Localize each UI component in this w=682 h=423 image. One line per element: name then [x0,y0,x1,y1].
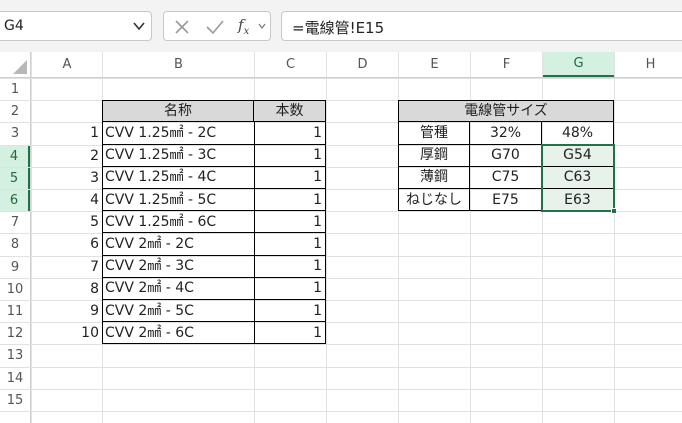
conduit-cell[interactable]: G54 [542,144,614,167]
conduit-cell[interactable]: E63 [542,189,614,212]
column-header-e[interactable]: E [399,52,470,77]
conduit-cell[interactable]: 厚鋼 [398,144,470,167]
gridline-horizontal [0,411,682,412]
row-header-7[interactable]: 7 [0,212,30,234]
insert-function-icon[interactable]: fx [238,16,249,37]
formula-controls: fx [163,11,271,41]
row-header-9[interactable]: 9 [0,256,30,278]
cable-count[interactable]: 1 [254,233,326,256]
row-header-4[interactable]: 4 [0,145,30,167]
cancel-icon[interactable] [174,19,190,35]
column-header-h[interactable]: H [615,52,682,77]
column-header-f[interactable]: F [471,52,542,77]
row-number[interactable]: 9 [31,300,102,322]
row-header-11[interactable]: 11 [0,301,30,323]
fill-handle[interactable] [611,208,617,215]
gridline-horizontal [0,344,682,346]
conduit-cell[interactable]: 32% [470,122,542,145]
chevron-down-icon[interactable] [133,21,145,31]
table-header-count: 本数 [254,100,326,123]
cable-count[interactable]: 1 [254,144,326,167]
cable-count[interactable]: 1 [254,322,326,345]
conduit-table-title: 電線管サイズ [398,100,614,123]
row-number[interactable]: 5 [31,211,102,233]
row-header-5[interactable]: 5 [0,167,30,189]
gridline-horizontal [0,78,682,79]
row-number[interactable]: 10 [31,322,102,344]
row-number[interactable]: 3 [31,167,102,189]
row-number[interactable]: 4 [31,189,102,211]
column-header-b[interactable]: B [103,52,254,77]
row-header-6[interactable]: 6 [0,190,30,212]
cable-count[interactable]: 1 [254,189,326,212]
cable-count[interactable]: 1 [254,255,326,278]
row-header-15[interactable]: 15 [0,389,30,411]
name-box-value: G4 [4,18,24,34]
name-box[interactable]: G4 [0,11,152,41]
column-header-g[interactable]: G [543,52,614,77]
cable-count[interactable]: 1 [254,300,326,323]
check-icon[interactable] [206,19,224,35]
row-header-10[interactable]: 10 [0,278,30,300]
cable-name[interactable]: CVV 1.25㎟ - 5C [102,189,254,212]
row-number[interactable]: 8 [31,278,102,300]
conduit-cell[interactable]: G70 [470,144,542,167]
cable-name[interactable]: CVV 2㎟ - 6C [102,322,254,345]
select-all-corner[interactable] [0,52,31,78]
cable-name[interactable]: CVV 1.25㎟ - 3C [102,144,254,167]
conduit-cell[interactable]: ねじなし [398,189,470,212]
gridline-horizontal [0,366,682,368]
row-number[interactable]: 7 [31,256,102,278]
cable-name[interactable]: CVV 2㎟ - 2C [102,233,254,256]
table-header-name: 名称 [102,100,254,123]
row-number[interactable]: 6 [31,233,102,255]
column-header-d[interactable]: D [327,52,398,77]
row-header-3[interactable]: 3 [0,123,30,145]
column-header-c[interactable]: C [255,52,326,77]
row-header-2[interactable]: 2 [0,101,30,123]
formula-bar: G4 fx =電線管!E15 [0,0,682,53]
cable-name[interactable]: CVV 2㎟ - 3C [102,255,254,278]
spreadsheet-grid[interactable]: A B C D E F G H 1 2 3 4 5 6 7 8 9 10 11 12 13 14 15 名称 本数 1 CVV 1.… [0,52,682,423]
cable-name[interactable]: CVV 2㎟ - 5C [102,300,254,323]
conduit-cell[interactable]: 管種 [398,122,470,145]
row-number[interactable]: 1 [31,122,102,144]
gridline-horizontal [0,388,682,390]
cable-count[interactable]: 1 [254,277,326,300]
conduit-cell[interactable]: 薄鋼 [398,166,470,189]
row-header-13[interactable]: 13 [0,345,30,367]
cable-name[interactable]: CVV 1.25㎟ - 4C [102,166,254,189]
row-header-1[interactable]: 1 [0,79,30,101]
row-header-8[interactable]: 8 [0,234,30,256]
chevron-down-icon[interactable] [258,23,266,29]
gridline-horizontal [0,77,682,78]
formula-input[interactable]: =電線管!E15 [281,11,682,41]
cable-name[interactable]: CVV 1.25㎟ - 6C [102,211,254,234]
select-all-triangle-icon [13,60,27,74]
cable-count[interactable]: 1 [254,166,326,189]
cable-count[interactable]: 1 [254,211,326,234]
column-header-a[interactable]: A [32,52,102,77]
cable-name[interactable]: CVV 1.25㎟ - 2C [102,122,254,145]
row-number[interactable]: 2 [31,145,102,167]
row-header-12[interactable]: 12 [0,323,30,345]
formula-text: =電線管!E15 [292,19,385,37]
conduit-cell[interactable]: C63 [542,166,614,189]
conduit-cell[interactable]: C75 [470,166,542,189]
conduit-cell[interactable]: E75 [470,189,542,212]
row-header-14[interactable]: 14 [0,367,30,389]
cable-count[interactable]: 1 [254,122,326,145]
conduit-cell[interactable]: 48% [542,122,614,145]
cable-name[interactable]: CVV 2㎟ - 4C [102,277,254,300]
